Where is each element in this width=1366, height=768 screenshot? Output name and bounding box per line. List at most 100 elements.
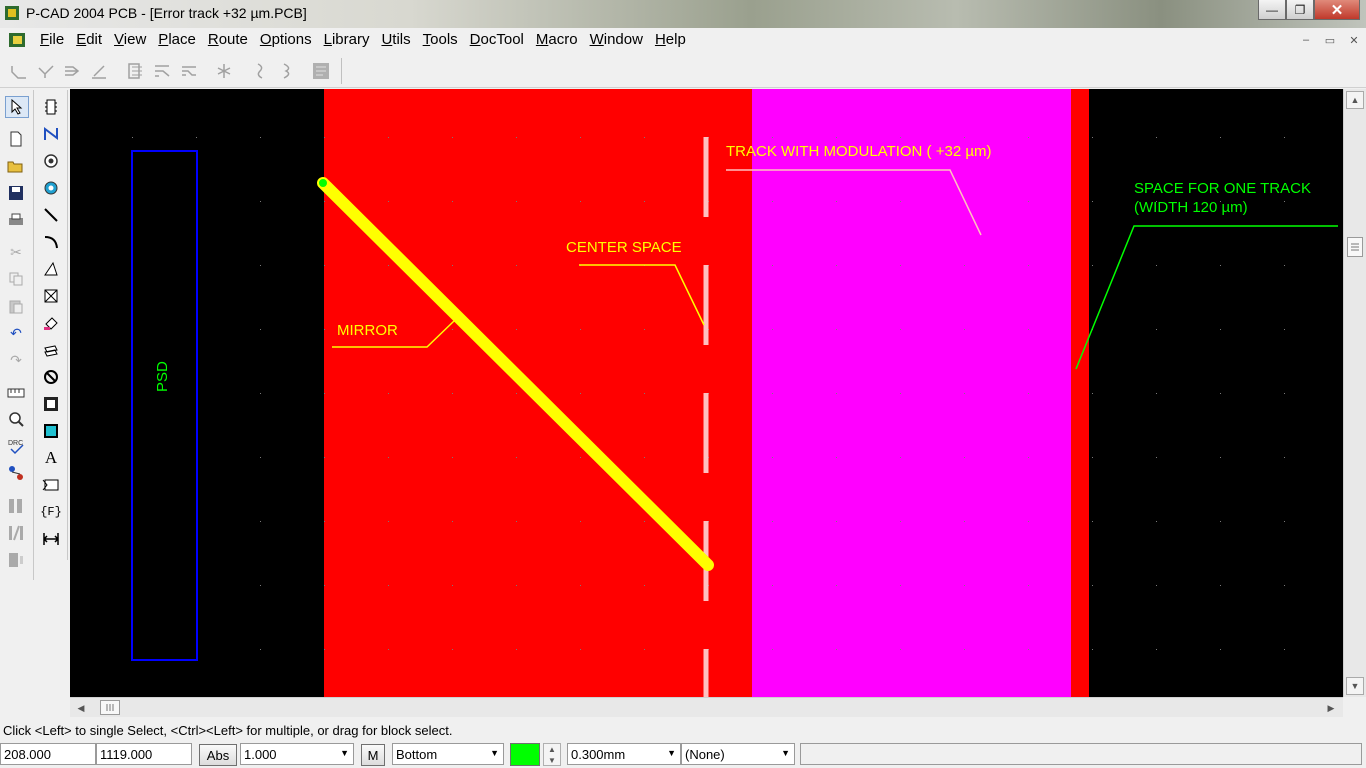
menu-window[interactable]: Window <box>584 31 649 48</box>
place-dimension-icon[interactable] <box>39 528 63 550</box>
route-bus-icon[interactable] <box>88 60 110 82</box>
scroll-down-arrow-icon[interactable]: ▼ <box>1346 677 1364 695</box>
grid-dot <box>516 393 517 394</box>
drc-icon[interactable]: DRC <box>4 435 28 457</box>
chevron-down-icon: ▼ <box>490 748 499 758</box>
route-diffpair-icon[interactable] <box>178 60 200 82</box>
grid-dot <box>1284 201 1285 202</box>
menu-help[interactable]: Help <box>649 31 692 48</box>
layer-color-swatch[interactable] <box>510 743 540 766</box>
route-manual-icon[interactable] <box>8 60 30 82</box>
manual-grid-button[interactable]: M <box>361 744 385 766</box>
grid-dot <box>260 393 261 394</box>
scroll-left-arrow-icon[interactable]: ◀ <box>72 699 90 717</box>
copy-icon[interactable] <box>4 268 28 290</box>
pcad-app-icon[interactable] <box>4 5 20 21</box>
window-tile-icon[interactable] <box>4 549 28 571</box>
route-fanout-icon[interactable] <box>124 60 146 82</box>
grid-dot <box>900 585 901 586</box>
net-select[interactable]: (None) ▼ <box>681 743 795 765</box>
menu-library[interactable]: Library <box>318 31 376 48</box>
menu-utils[interactable]: Utils <box>375 31 416 48</box>
mdi-minimize-button[interactable]: – <box>1296 31 1316 49</box>
route-interactive-icon[interactable] <box>35 60 57 82</box>
grid-dot <box>452 137 453 138</box>
track-start-pad[interactable] <box>319 179 327 187</box>
grid-dot <box>964 585 965 586</box>
place-connection-icon[interactable] <box>39 123 63 145</box>
menu-view[interactable]: View <box>108 31 152 48</box>
layer-spinner[interactable]: ▲ ▼ <box>543 743 561 766</box>
cut-icon[interactable]: ✂ <box>4 241 28 263</box>
close-button[interactable]: ✕ <box>1314 0 1360 20</box>
menu-edit[interactable]: Edit <box>70 31 108 48</box>
abs-toggle-button[interactable]: Abs <box>199 744 237 766</box>
menu-doctool[interactable]: DocTool <box>464 31 530 48</box>
place-polygon-icon[interactable] <box>39 258 63 280</box>
horizontal-scroll-thumb[interactable] <box>100 700 120 715</box>
grid-dot <box>1028 265 1029 266</box>
place-text-icon[interactable]: A <box>39 447 63 469</box>
menu-tools[interactable]: Tools <box>417 31 464 48</box>
new-file-icon[interactable] <box>4 128 28 150</box>
grid-dot <box>900 521 901 522</box>
x-coordinate-field[interactable]: 208.000 <box>0 743 96 765</box>
grid-select[interactable]: 1.000 ▼ <box>240 743 354 765</box>
place-point-icon[interactable] <box>39 420 63 442</box>
y-coordinate-field[interactable]: 1119.000 <box>96 743 192 765</box>
print-icon[interactable] <box>4 209 28 231</box>
route-miter-icon[interactable] <box>213 60 235 82</box>
place-line-icon[interactable] <box>39 204 63 226</box>
document-icon[interactable] <box>8 31 26 49</box>
vertical-scrollbar[interactable]: ▲ ▼ <box>1343 89 1366 697</box>
pcb-canvas[interactable]: PSD MIRROR CENTER SPACE TRACK WITH MODUL… <box>70 89 1343 697</box>
horizontal-scrollbar[interactable]: ◀ ▶ <box>70 697 1343 717</box>
grid-dot <box>452 585 453 586</box>
open-folder-icon[interactable] <box>4 155 28 177</box>
route-arc-icon[interactable] <box>249 60 271 82</box>
menu-file[interactable]: File <box>34 31 70 48</box>
route-tune-icon[interactable] <box>151 60 173 82</box>
place-component-icon[interactable] <box>39 96 63 118</box>
vertical-scroll-thumb[interactable] <box>1347 237 1363 257</box>
place-keepout-icon[interactable] <box>39 366 63 388</box>
place-room-icon[interactable] <box>39 393 63 415</box>
layer-select[interactable]: Bottom ▼ <box>392 743 504 765</box>
select-arrow-icon[interactable] <box>5 96 29 118</box>
split-diagonal-icon[interactable] <box>4 522 28 544</box>
optimize-nets-icon[interactable] <box>4 462 28 484</box>
redo-icon[interactable]: ↷ <box>4 349 28 371</box>
mdi-restore-button[interactable]: ▭ <box>1320 31 1340 49</box>
grid-dot <box>324 521 325 522</box>
route-arc2-icon[interactable] <box>276 60 298 82</box>
scroll-right-arrow-icon[interactable]: ▶ <box>1322 699 1340 717</box>
minimize-button[interactable]: — <box>1258 0 1286 20</box>
place-plane-icon[interactable] <box>39 339 63 361</box>
menu-place[interactable]: Place <box>152 31 202 48</box>
menu-route[interactable]: Route <box>202 31 254 48</box>
place-via-icon[interactable] <box>39 177 63 199</box>
place-arc-icon[interactable] <box>39 231 63 253</box>
menu-macro[interactable]: Macro <box>530 31 584 48</box>
save-disk-icon[interactable] <box>4 182 28 204</box>
route-report-icon[interactable] <box>310 60 332 82</box>
place-copper-pour-icon[interactable] <box>39 285 63 307</box>
place-field-icon[interactable]: {F} <box>39 501 63 523</box>
mdi-close-button[interactable]: ✕ <box>1344 31 1364 49</box>
grid-dot <box>1028 201 1029 202</box>
place-pad-icon[interactable] <box>39 150 63 172</box>
place-fill-icon[interactable] <box>39 312 63 334</box>
line-width-select[interactable]: 0.300mm ▼ <box>567 743 681 765</box>
undo-icon[interactable]: ↶ <box>4 322 28 344</box>
layer-value: Bottom <box>396 747 438 762</box>
paste-icon[interactable] <box>4 295 28 317</box>
psd-outline[interactable] <box>131 150 198 661</box>
menu-options[interactable]: Options <box>254 31 318 48</box>
measure-ruler-icon[interactable] <box>4 382 28 404</box>
maximize-button[interactable]: ❐ <box>1286 0 1314 20</box>
split-vertical-icon[interactable] <box>4 495 28 517</box>
place-attribute-icon[interactable] <box>39 474 63 496</box>
route-multi-icon[interactable] <box>61 60 83 82</box>
scroll-up-arrow-icon[interactable]: ▲ <box>1346 91 1364 109</box>
zoom-icon[interactable] <box>4 408 28 430</box>
